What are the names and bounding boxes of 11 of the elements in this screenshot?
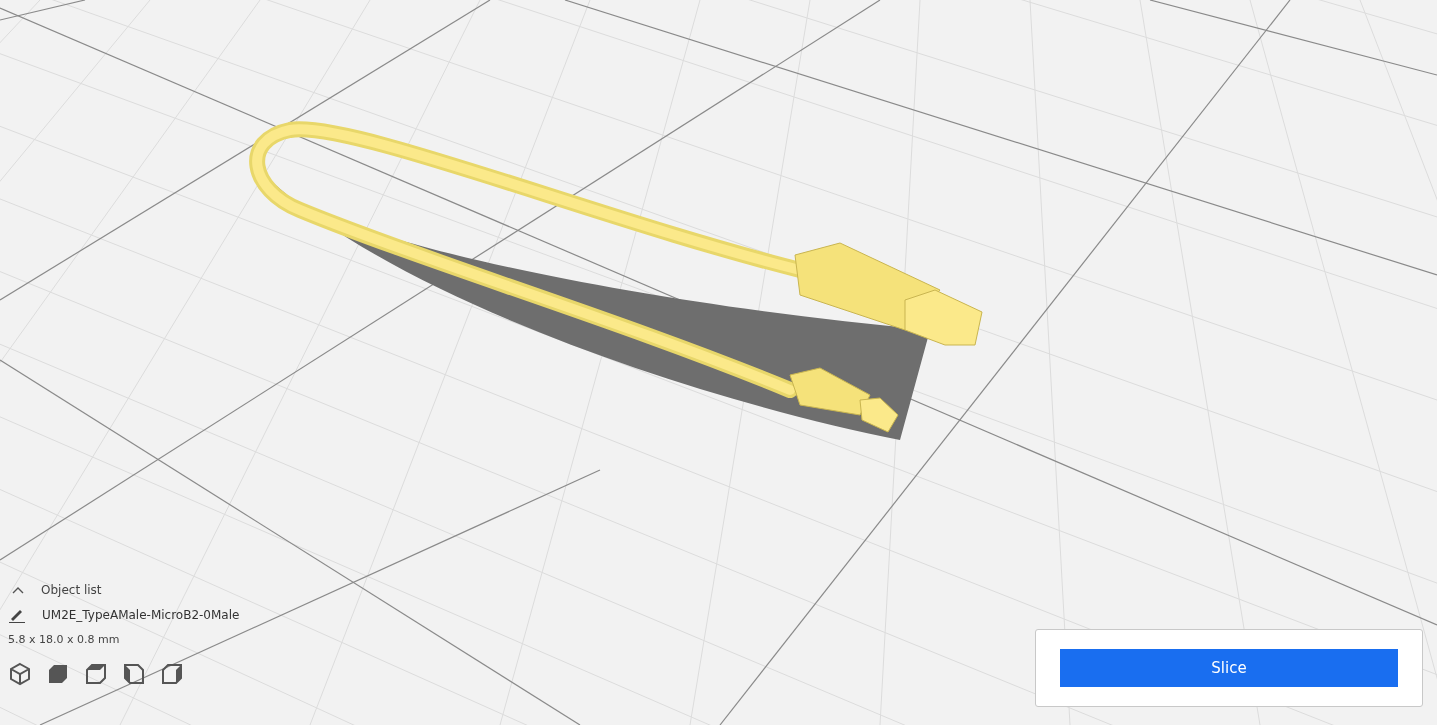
caret-icon[interactable] [12, 586, 24, 594]
cube-right-icon[interactable] [160, 662, 184, 686]
pencil-icon[interactable] [8, 607, 26, 623]
cube-top-icon[interactable] [84, 662, 108, 686]
cube-front-icon[interactable] [46, 662, 70, 686]
slice-button[interactable]: Slice [1060, 649, 1398, 687]
cube-icon[interactable] [8, 662, 32, 686]
object-dimensions: 5.8 x 18.0 x 0.8 mm [8, 633, 121, 646]
object-name: UM2E_TypeAMale-MicroB2-0Male [42, 608, 240, 622]
cube-left-icon[interactable] [122, 662, 146, 686]
object-list-toggle[interactable]: Object list [41, 583, 102, 597]
